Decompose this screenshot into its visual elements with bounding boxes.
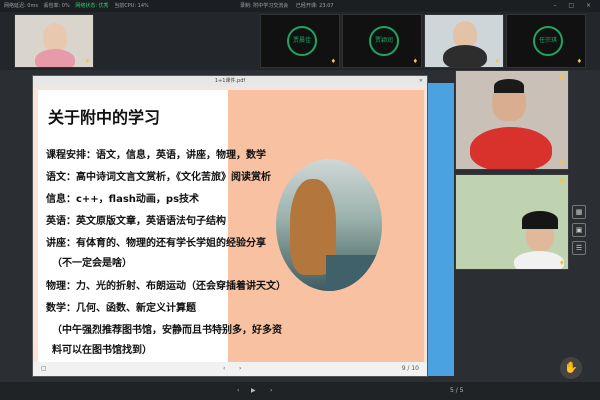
prev-icon[interactable]: ‹ bbox=[237, 382, 239, 400]
mic-icon: ♦ bbox=[330, 58, 336, 65]
crown-icon: ♛ bbox=[558, 73, 565, 81]
mic-icon: ♦ bbox=[558, 159, 565, 167]
page-indicator: 9 / 10 bbox=[401, 365, 419, 372]
photo-water bbox=[326, 255, 382, 291]
mic-icon: ♦ bbox=[494, 58, 500, 65]
participant-video bbox=[43, 23, 67, 51]
prev-page-icon[interactable]: ‹ bbox=[223, 362, 225, 376]
mic-icon: ♦ bbox=[412, 58, 418, 65]
participant-video-body bbox=[35, 49, 75, 67]
slide: 关于附中的学习 课程安排：语文，信息，英语，讲座，物理，数学 语文：高中诗词文言… bbox=[38, 90, 424, 364]
network-status: 网络状态: 优秀 bbox=[75, 3, 109, 9]
slide-line: 讲座：有体育的、物理的还有学长学姐的经验分享 bbox=[46, 238, 266, 249]
slide-line: （中午强烈推荐图书馆，安静而且书特别多，好多资 bbox=[52, 325, 282, 336]
slide-photo bbox=[276, 159, 382, 291]
participant-video bbox=[453, 21, 477, 47]
participant-tile-3[interactable]: 贾颖润 ♦ bbox=[342, 14, 422, 68]
participant-tile-2[interactable]: 贾晨佳 ♦ bbox=[260, 14, 340, 68]
slide-line: 物理：力、光的折射、布朗运动（还会穿插着讲天文） bbox=[46, 281, 286, 292]
mic-icon: ♦ bbox=[84, 58, 90, 65]
recording-title: 录制: 附中学习交流会 bbox=[240, 3, 289, 9]
raise-hand-button[interactable]: ✋ bbox=[560, 357, 582, 379]
slide-line: 信息：c++，flash动画，ps技术 bbox=[46, 194, 200, 205]
video-hair bbox=[494, 79, 524, 93]
top-status-bar: 网络延迟: 0ms 丢包率: 0% 网络状态: 优秀 当前CPU: 14% 录制… bbox=[0, 0, 600, 12]
next-page-icon[interactable]: › bbox=[239, 362, 241, 376]
thumbnail-icon[interactable]: ▢ bbox=[41, 362, 47, 376]
slide-title: 关于附中的学习 bbox=[48, 108, 161, 127]
class-title: 录制: 附中学习交流会 已经开课: 23:07 bbox=[240, 0, 334, 12]
page-count: 5 / 5 bbox=[450, 387, 464, 394]
side-tool-buttons: ▦ ▣ ☰ bbox=[572, 205, 586, 259]
participant-tile-1[interactable]: ♦ bbox=[14, 14, 94, 68]
avatar: 贾晨佳 bbox=[287, 26, 317, 56]
latency-stat: 网络延迟: 0ms bbox=[4, 3, 38, 9]
slide-line: （不一定会是啥） bbox=[52, 258, 132, 269]
window-controls[interactable]: – □ × bbox=[553, 0, 596, 12]
shared-document-window[interactable]: 1+1课件.pdf ✕ 关于附中的学习 课程安排：语文，信息，英语，讲座，物理，… bbox=[32, 75, 428, 377]
slide-line: 数学：几何、函数、新定义计算题 bbox=[46, 303, 196, 314]
next-icon[interactable]: › bbox=[270, 382, 272, 400]
bottom-nav-bar: ‹ ▶ › 5 / 5 bbox=[0, 382, 600, 400]
teacher-video[interactable]: ♛ ♦ bbox=[455, 70, 569, 170]
slide-line: 英语：英文原版文章，英语语法句子结构 bbox=[46, 216, 226, 227]
whiteboard-edge bbox=[428, 83, 454, 376]
people-icon[interactable]: ☰ bbox=[572, 241, 586, 255]
network-stats: 网络延迟: 0ms 丢包率: 0% 网络状态: 优秀 当前CPU: 14% bbox=[4, 0, 153, 12]
mic-icon: ♦ bbox=[576, 58, 582, 65]
participant-strip: ♦ 贾晨佳 ♦ 贾颖润 ♦ 刘思雨 ♦ 任宗琪 ♦ bbox=[0, 12, 600, 70]
class-timer: 已经开课: 23:07 bbox=[295, 3, 334, 9]
participant-tile-4[interactable]: 刘思雨 ♦ bbox=[424, 14, 504, 68]
participant-tile-5[interactable]: 任宗琪 ♦ bbox=[506, 14, 586, 68]
avatar: 贾颖润 bbox=[369, 26, 399, 56]
mic-icon: ♦ bbox=[558, 259, 565, 267]
participant-name: 刘思雨 bbox=[428, 59, 444, 65]
video-hair bbox=[522, 211, 558, 229]
play-icon[interactable]: ▶ bbox=[251, 382, 256, 400]
crown-icon: ♛ bbox=[558, 177, 565, 185]
document-title: 1+1课件.pdf bbox=[214, 78, 246, 84]
slide-line: 料可以在图书馆找到） bbox=[52, 345, 152, 356]
student-video[interactable]: ♛ ♦ bbox=[455, 174, 569, 270]
loss-stat: 丢包率: 0% bbox=[43, 3, 70, 9]
cpu-stat: 当前CPU: 14% bbox=[114, 3, 149, 9]
grid-icon[interactable]: ▦ bbox=[572, 205, 586, 219]
layout-icon[interactable]: ▣ bbox=[572, 223, 586, 237]
document-title-bar: 1+1课件.pdf ✕ bbox=[33, 76, 427, 87]
document-toolbar: ▢ ‹ › 9 / 10 bbox=[33, 362, 427, 376]
avatar: 任宗琪 bbox=[533, 26, 563, 56]
right-video-panel: ♛ ♦ ♛ ♦ bbox=[455, 70, 569, 380]
slide-line: 语文：高中诗词文言文赏析，《文化苦旅》阅读赏析 bbox=[46, 172, 271, 183]
close-icon[interactable]: ✕ bbox=[419, 76, 423, 87]
video-shirt bbox=[514, 251, 564, 269]
participant-video-body bbox=[443, 45, 487, 67]
slide-line: 课程安排：语文，信息，英语，讲座，物理，数学 bbox=[46, 150, 266, 161]
video-shirt bbox=[470, 127, 552, 169]
